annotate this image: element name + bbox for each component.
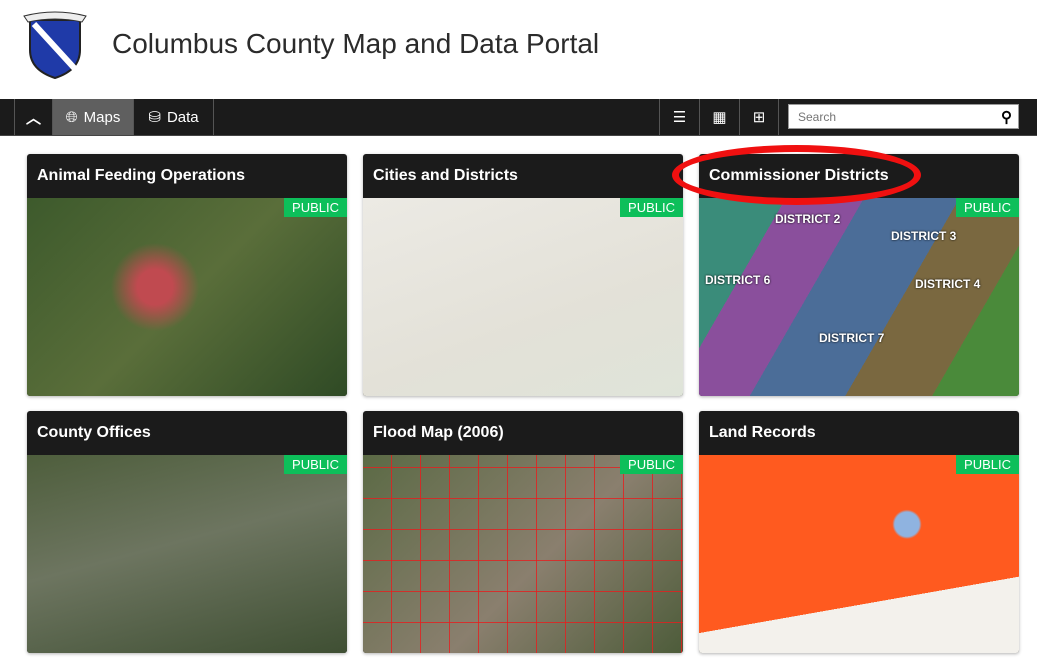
search-input[interactable] <box>789 109 1001 124</box>
district-label: DISTRICT 4 <box>915 277 981 291</box>
district-label: DISTRICT 2 <box>775 212 841 226</box>
header: Columbus County Map and Data Portal <box>0 0 1037 99</box>
map-thumbnail: DISTRICT 2 DISTRICT 3 DISTRICT 6 DISTRIC… <box>699 198 1019 396</box>
toolbar: ︿ 🌐︎Maps ⛁Data ☰ ▦ ⊞ ⚲ <box>0 99 1037 136</box>
public-badge: PUBLIC <box>956 455 1019 474</box>
district-label: DISTRICT 7 <box>819 331 885 345</box>
map-thumbnail: PUBLIC <box>363 455 683 653</box>
card-title: Cities and Districts <box>373 167 518 184</box>
list-view-button[interactable]: ☰ <box>659 99 699 135</box>
card-title: Animal Feeding Operations <box>37 167 246 184</box>
search-icon[interactable]: ⚲ <box>1001 108 1018 126</box>
map-card-flood-map[interactable]: Flood Map (2006) PUBLIC <box>363 411 683 653</box>
grid-small-button[interactable]: ▦ <box>699 99 739 135</box>
chevron-up-icon: ︿ <box>25 109 41 127</box>
public-badge: PUBLIC <box>956 198 1019 217</box>
public-badge: PUBLIC <box>620 198 683 217</box>
grid-large-button[interactable]: ⊞ <box>739 99 779 135</box>
map-card-animal-feeding[interactable]: Animal Feeding Operations PUBLIC <box>27 154 347 396</box>
tab-maps[interactable]: 🌐︎ Maps <box>52 99 133 135</box>
card-title: County Offices <box>37 424 151 441</box>
county-seal-logo <box>23 11 87 80</box>
card-title: Flood Map (2006) <box>373 424 504 441</box>
district-label: DISTRICT 3 <box>891 229 957 243</box>
card-title: Land Records <box>709 424 816 441</box>
grid-large-icon: ⊞ <box>752 109 766 126</box>
map-card-county-offices[interactable]: County Offices PUBLIC <box>27 411 347 653</box>
globe-icon: 🌐︎ <box>65 108 78 126</box>
district-label: DISTRICT 6 <box>705 273 771 287</box>
card-title: Commissioner Districts <box>709 167 889 184</box>
public-badge: PUBLIC <box>284 198 347 217</box>
map-card-land-records[interactable]: Land Records PUBLIC <box>699 411 1019 653</box>
map-card-commissioner-districts[interactable]: Commissioner Districts DISTRICT 2 DISTRI… <box>699 154 1019 396</box>
map-thumbnail: PUBLIC <box>27 198 347 396</box>
map-card-cities-districts[interactable]: Cities and Districts PUBLIC <box>363 154 683 396</box>
map-thumbnail: PUBLIC <box>363 198 683 396</box>
tab-data[interactable]: ⛁ Data <box>133 99 214 135</box>
list-view-icon: ☰ <box>672 109 687 126</box>
public-badge: PUBLIC <box>620 455 683 474</box>
public-badge: PUBLIC <box>284 455 347 474</box>
grid-small-icon: ▦ <box>712 109 727 126</box>
map-thumbnail: PUBLIC <box>699 455 1019 653</box>
collapse-button[interactable]: ︿ <box>14 99 52 135</box>
search-box: ⚲ <box>788 104 1019 129</box>
page-title: Columbus County Map and Data Portal <box>112 28 600 59</box>
map-thumbnail: PUBLIC <box>27 455 347 653</box>
database-icon: ⛁ <box>148 109 161 126</box>
